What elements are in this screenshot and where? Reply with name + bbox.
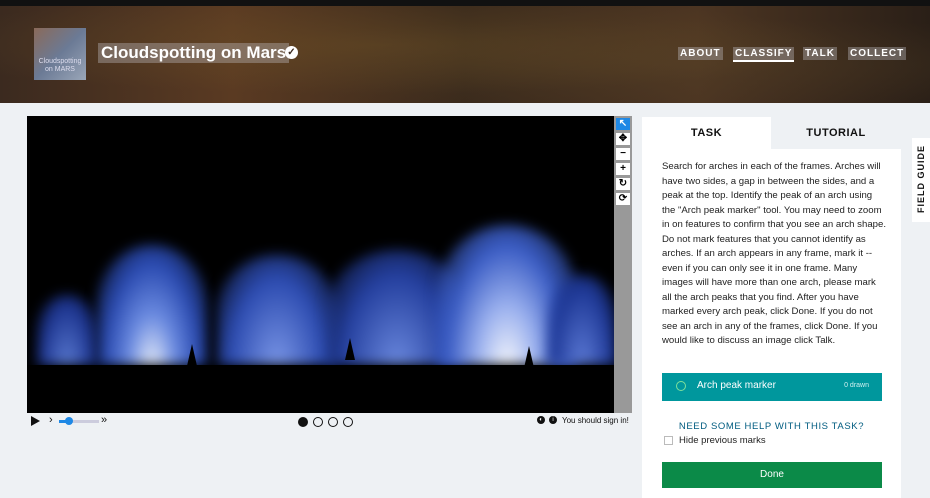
speed-slider[interactable] bbox=[59, 417, 99, 425]
sign-in-notice[interactable]: You should sign in! bbox=[562, 416, 629, 425]
nav-collect[interactable]: COLLECT bbox=[848, 47, 907, 60]
frame-dot-2[interactable] bbox=[313, 417, 323, 427]
project-title[interactable]: Cloudspotting on Mars bbox=[98, 43, 290, 63]
frame-controls: › » ◐ i You should sign in! bbox=[27, 413, 632, 429]
rotate-icon[interactable]: ↻ bbox=[616, 178, 630, 190]
frame-dot-3[interactable] bbox=[328, 417, 338, 427]
pointer-icon[interactable]: ↖ bbox=[616, 118, 630, 130]
image-toolbar: ↖ ✥ − + ↻ ⟳ bbox=[614, 116, 632, 413]
task-instructions: Search for arches in each of the frames.… bbox=[662, 161, 886, 346]
info-icon[interactable]: i bbox=[549, 416, 557, 424]
hide-marks-row[interactable]: Hide previous marks bbox=[664, 435, 766, 446]
subject-image-viewer[interactable] bbox=[27, 116, 614, 413]
next-frame-icon[interactable]: » bbox=[101, 414, 107, 426]
frame-dot-1[interactable] bbox=[298, 417, 308, 427]
reset-icon[interactable]: ⟳ bbox=[616, 193, 630, 205]
tool-label: Arch peak marker bbox=[697, 380, 776, 391]
field-guide-tab[interactable]: FIELD GUIDE bbox=[912, 138, 930, 222]
zoom-out-icon[interactable]: − bbox=[616, 148, 630, 160]
prev-frame-icon[interactable]: › bbox=[49, 414, 53, 426]
arch-peak-marker-tool[interactable]: Arch peak marker 0 drawn bbox=[662, 373, 882, 401]
done-button[interactable]: Done bbox=[662, 462, 882, 488]
field-guide-label: FIELD GUIDE bbox=[916, 145, 926, 214]
move-icon[interactable]: ✥ bbox=[616, 133, 630, 145]
slider-knob[interactable] bbox=[65, 417, 73, 425]
hide-marks-label: Hide previous marks bbox=[679, 435, 766, 446]
invert-icon[interactable]: ◐ bbox=[537, 416, 545, 424]
hide-marks-checkbox[interactable] bbox=[664, 435, 673, 445]
project-avatar[interactable]: Cloudspotting on MARS bbox=[34, 28, 86, 80]
image-ground bbox=[27, 365, 614, 413]
tool-count: 0 drawn bbox=[844, 382, 869, 389]
tab-tutorial[interactable]: TUTORIAL bbox=[771, 117, 901, 149]
frame-dot-4[interactable] bbox=[343, 417, 353, 427]
help-link[interactable]: NEED SOME HELP WITH THIS TASK? bbox=[662, 421, 881, 432]
nav-classify[interactable]: CLASSIFY bbox=[733, 47, 795, 62]
verified-icon: ✓ bbox=[285, 46, 298, 59]
zoom-in-icon[interactable]: + bbox=[616, 163, 630, 175]
task-panel: TASK TUTORIAL Search for arches in each … bbox=[642, 117, 901, 498]
avatar-line-2: on MARS bbox=[45, 66, 75, 73]
crosshair-icon bbox=[676, 381, 686, 391]
nav-talk[interactable]: TALK bbox=[803, 47, 837, 60]
nav-about[interactable]: ABOUT bbox=[678, 47, 723, 60]
play-icon[interactable] bbox=[31, 416, 40, 426]
avatar-line-1: Cloudspotting bbox=[38, 58, 82, 65]
tab-task[interactable]: TASK bbox=[642, 117, 771, 149]
